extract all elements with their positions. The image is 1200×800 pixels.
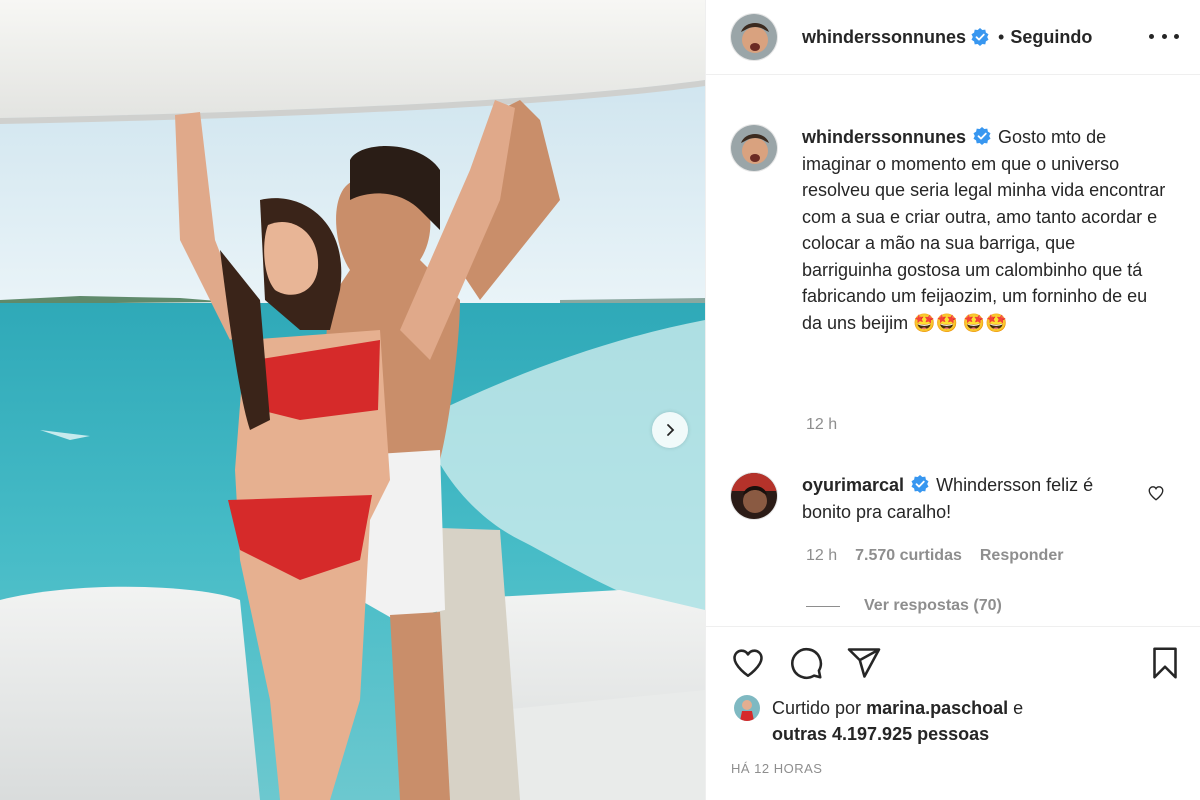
liked-by-user[interactable]: marina.paschoal	[866, 698, 1008, 718]
comment-time[interactable]: 12 h	[806, 547, 837, 565]
verified-badge-icon	[973, 127, 991, 145]
post-photo[interactable]	[0, 0, 705, 800]
heart-icon[interactable]	[730, 645, 766, 681]
likes-text: Curtido por marina.paschoal e outras 4.1…	[772, 695, 1023, 747]
caption-username[interactable]: whinderssonnunes	[802, 127, 966, 147]
post-details-panel: whinderssonnunes • Seguindo whinderssonn…	[705, 0, 1200, 800]
comment-meta: 12 h 7.570 curtidas Responder	[806, 547, 1063, 565]
view-replies-button[interactable]: Ver respostas (70)	[806, 597, 1002, 615]
bookmark-icon[interactable]	[1147, 645, 1183, 681]
caption-text: Gosto mto de imaginar o momento em que o…	[802, 127, 1166, 333]
next-image-button[interactable]	[652, 412, 688, 448]
comment-avatar[interactable]	[730, 472, 778, 520]
comment-username[interactable]: oyurimarcal	[802, 475, 904, 495]
more-options-icon[interactable]	[1149, 24, 1179, 48]
following-button[interactable]: Seguindo	[1010, 27, 1092, 48]
post-timestamp[interactable]: HÁ 12 HORAS	[731, 761, 822, 776]
chevron-right-icon	[667, 424, 675, 436]
action-icons	[730, 645, 882, 681]
couple-on-boat-image	[0, 0, 705, 800]
liked-by-prefix: Curtido por	[772, 698, 862, 718]
verified-badge-icon	[911, 475, 929, 493]
post-caption: whinderssonnunes Gosto mto de imaginar o…	[730, 124, 1170, 336]
caption-avatar[interactable]	[730, 124, 778, 172]
likes-summary: Curtido por marina.paschoal e outras 4.1…	[734, 695, 1023, 747]
view-replies-label: Ver respostas (70)	[864, 597, 1002, 614]
separator-dot: •	[998, 26, 1005, 47]
comment-like-heart-icon[interactable]	[1147, 484, 1165, 502]
liker-avatar[interactable]	[734, 695, 760, 721]
comment-item: oyurimarcal Whindersson feliz é bonito p…	[730, 472, 1180, 525]
comment-icon[interactable]	[788, 645, 824, 681]
reply-button[interactable]: Responder	[980, 547, 1064, 565]
replies-line	[806, 605, 840, 607]
liked-by-and: e	[1013, 698, 1024, 718]
caption-time[interactable]: 12 h	[806, 416, 837, 434]
post-actions-section: Curtido por marina.paschoal e outras 4.1…	[706, 626, 1200, 800]
post-username[interactable]: whinderssonnunes	[802, 27, 966, 48]
avatar[interactable]	[730, 13, 778, 61]
caption-body: whinderssonnunes Gosto mto de imaginar o…	[802, 124, 1170, 336]
comment-likes-count[interactable]: 7.570 curtidas	[855, 547, 962, 565]
post-header: whinderssonnunes • Seguindo	[706, 0, 1200, 75]
verified-badge-icon	[971, 28, 989, 46]
comment-body: oyurimarcal Whindersson feliz é bonito p…	[802, 472, 1142, 525]
paper-plane-icon[interactable]	[846, 645, 882, 681]
likes-others-count[interactable]: outras 4.197.925 pessoas	[772, 724, 989, 744]
